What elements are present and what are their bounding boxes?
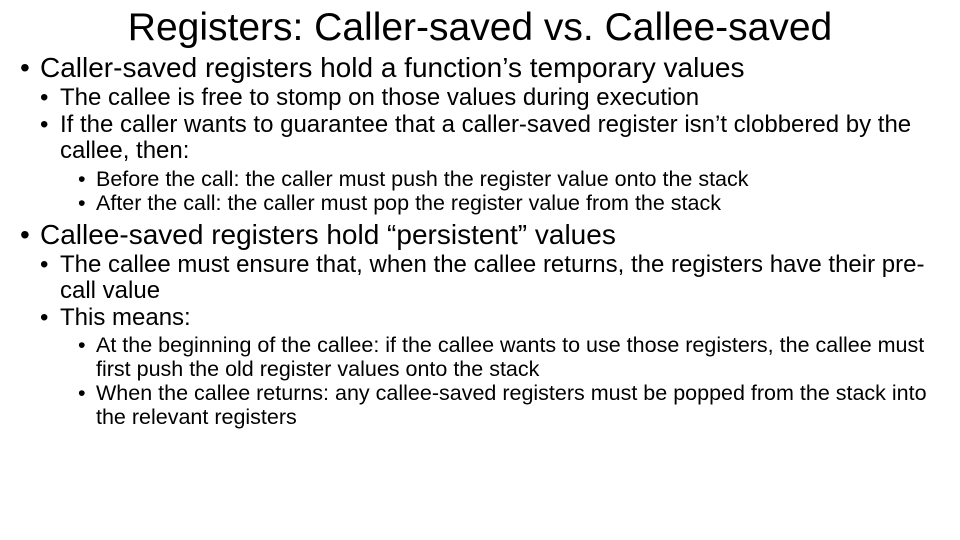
slide: Registers: Caller-saved vs. Callee-saved…	[0, 0, 960, 540]
bullet-callee-ensure: The callee must ensure that, when the ca…	[40, 252, 940, 305]
bullet-list-level1: Caller-saved registers hold a function’s…	[20, 52, 940, 430]
bullet-before-call: Before the call: the caller must push th…	[78, 167, 940, 191]
bullet-caller-saved: Caller-saved registers hold a function’s…	[20, 52, 940, 215]
bullet-callee-returns: When the callee returns: any callee-save…	[78, 381, 940, 429]
slide-body: Caller-saved registers hold a function’s…	[0, 50, 960, 430]
bullet-after-call: After the call: the caller must pop the …	[78, 191, 940, 215]
bullet-text: At the beginning of the callee: if the c…	[96, 333, 924, 381]
bullet-text: When the callee returns: any callee-save…	[96, 381, 927, 429]
bullet-text: The callee must ensure that, when the ca…	[60, 251, 924, 304]
bullet-text: Before the call: the caller must push th…	[96, 167, 749, 191]
bullet-callee-stomp: The callee is free to stomp on those val…	[40, 85, 940, 111]
bullet-text: Callee-saved registers hold “persistent”…	[40, 219, 616, 250]
bullet-text: If the caller wants to guarantee that a …	[60, 111, 911, 164]
bullet-beginning-callee: At the beginning of the callee: if the c…	[78, 333, 940, 381]
bullet-text: The callee is free to stomp on those val…	[60, 84, 699, 111]
bullet-this-means: This means: At the beginning of the call…	[40, 305, 940, 430]
bullet-text: After the call: the caller must pop the …	[96, 191, 721, 215]
bullet-list-level2: The callee is free to stomp on those val…	[40, 85, 940, 214]
bullet-text: Caller-saved registers hold a function’s…	[40, 52, 744, 83]
bullet-caller-guarantee: If the caller wants to guarantee that a …	[40, 112, 940, 215]
bullet-callee-saved: Callee-saved registers hold “persistent”…	[20, 219, 940, 430]
bullet-list-level3: Before the call: the caller must push th…	[78, 167, 940, 215]
bullet-list-level2: The callee must ensure that, when the ca…	[40, 252, 940, 429]
bullet-list-level3: At the beginning of the callee: if the c…	[78, 333, 940, 429]
slide-title: Registers: Caller-saved vs. Callee-saved	[0, 0, 960, 50]
bullet-text: This means:	[60, 304, 191, 331]
